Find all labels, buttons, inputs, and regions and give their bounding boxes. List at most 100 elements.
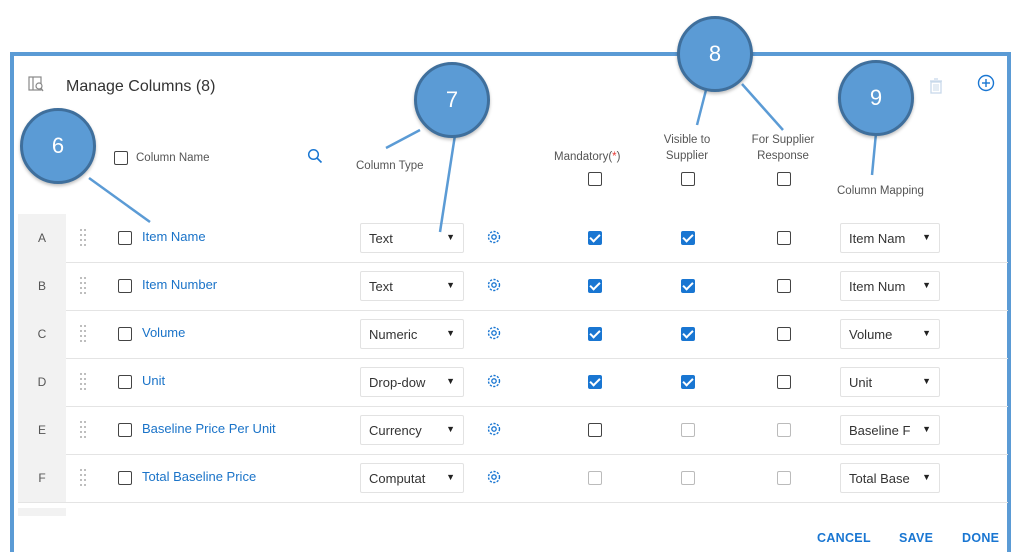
column-type-value: Text (369, 279, 393, 294)
dropdown-arrow-icon: ▼ (446, 376, 455, 386)
mandatory-checkbox (588, 471, 602, 485)
mandatory-checkbox[interactable] (588, 279, 602, 293)
row-select-checkbox[interactable] (118, 231, 132, 245)
column-name-link[interactable]: Total Baseline Price (142, 469, 256, 484)
supplier-response-checkbox[interactable] (777, 327, 791, 341)
visible-to-supplier-checkbox[interactable] (681, 375, 695, 389)
visible-to-supplier-checkbox[interactable] (681, 279, 695, 293)
column-type-value: Numeric (369, 327, 418, 342)
column-name-link[interactable]: Unit (142, 373, 165, 388)
visible-to-supplier-checkbox[interactable] (681, 231, 695, 245)
column-mapping-select[interactable]: Item Num ▼ (840, 271, 940, 301)
page-title: Manage Columns (8) (66, 78, 216, 95)
mandatory-checkbox[interactable] (588, 375, 602, 389)
drag-handle-icon[interactable] (80, 229, 88, 247)
column-type-header: Column Type (356, 160, 424, 172)
visible-all-checkbox[interactable] (681, 172, 695, 186)
gear-icon[interactable] (485, 372, 503, 390)
column-mapping-select[interactable]: Baseline F ▼ (840, 415, 940, 445)
row-letter: C (18, 310, 66, 358)
column-type-select[interactable]: Numeric ▼ (360, 319, 464, 349)
drag-handle-icon[interactable] (80, 277, 88, 295)
dropdown-arrow-icon: ▼ (922, 472, 931, 482)
dropdown-arrow-icon: ▼ (446, 280, 455, 290)
column-type-value: Drop-dow (369, 375, 426, 390)
row-gutter (18, 508, 66, 516)
dropdown-arrow-icon: ▼ (446, 424, 455, 434)
mandatory-header: Mandatory(*) (554, 151, 621, 163)
drag-handle-icon[interactable] (80, 373, 88, 391)
gear-icon[interactable] (485, 276, 503, 294)
column-mapping-value: Item Nam (849, 231, 906, 246)
visible-to-supplier-header: Visible to Supplier (663, 134, 711, 162)
drag-handle-icon[interactable] (80, 421, 88, 439)
dropdown-arrow-icon: ▼ (922, 328, 931, 338)
column-type-value: Computat (369, 471, 426, 486)
column-mapping-select[interactable]: Unit ▼ (840, 367, 940, 397)
column-mapping-value: Volume (849, 327, 893, 342)
row-letter: B (18, 262, 66, 310)
table-row: B Item Number Text ▼ Item Num ▼ (18, 262, 1008, 311)
visible-to-supplier-checkbox (681, 471, 695, 485)
table-row: C Volume Numeric ▼ Volume ▼ (18, 310, 1008, 359)
row-select-checkbox[interactable] (118, 423, 132, 437)
mandatory-checkbox[interactable] (588, 327, 602, 341)
column-mapping-select[interactable]: Volume ▼ (840, 319, 940, 349)
callout-8: 8 (677, 16, 753, 92)
row-select-checkbox[interactable] (118, 327, 132, 341)
callout-9: 9 (838, 60, 914, 136)
row-select-checkbox[interactable] (118, 375, 132, 389)
column-mapping-value: Total Base (849, 471, 910, 486)
callout-6: 6 (20, 108, 96, 184)
save-button[interactable]: SAVE (899, 531, 933, 545)
column-name-link[interactable]: Item Number (142, 277, 217, 292)
column-type-select[interactable]: Text ▼ (360, 271, 464, 301)
mandatory-checkbox[interactable] (588, 423, 602, 437)
gear-icon[interactable] (485, 420, 503, 438)
column-mapping-value: Unit (849, 375, 873, 390)
drag-handle-icon[interactable] (80, 325, 88, 343)
supplier-response-checkbox[interactable] (777, 279, 791, 293)
table-row: A Item Name Text ▼ Item Nam ▼ (18, 214, 1008, 263)
table-row: D Unit Drop-dow ▼ Unit ▼ (18, 358, 1008, 407)
dropdown-arrow-icon: ▼ (922, 232, 931, 242)
add-column-icon[interactable] (977, 74, 995, 92)
column-type-select[interactable]: Text ▼ (360, 223, 464, 253)
column-name-header: Column Name (136, 152, 210, 164)
column-name-link[interactable]: Item Name (142, 229, 206, 244)
gear-icon[interactable] (485, 324, 503, 342)
column-settings-icon (28, 76, 44, 92)
column-mapping-select[interactable]: Total Base ▼ (840, 463, 940, 493)
mandatory-all-checkbox[interactable] (588, 172, 602, 186)
row-letter: F (18, 454, 66, 502)
column-mapping-select[interactable]: Item Nam ▼ (840, 223, 940, 253)
cancel-button[interactable]: CANCEL (817, 531, 871, 545)
supplier-response-all-checkbox[interactable] (777, 172, 791, 186)
for-supplier-response-header: For Supplier Response (751, 134, 815, 162)
table-row: E Baseline Price Per Unit Currency ▼ Baselin… (18, 406, 1008, 455)
column-name-link[interactable]: Baseline Price Per Unit (142, 421, 276, 436)
supplier-response-checkbox[interactable] (777, 375, 791, 389)
column-type-select[interactable]: Currency ▼ (360, 415, 464, 445)
column-name-link[interactable]: Volume (142, 325, 185, 340)
supplier-response-checkbox[interactable] (777, 231, 791, 245)
visible-to-supplier-checkbox (681, 423, 695, 437)
callout-7: 7 (414, 62, 490, 138)
dropdown-arrow-icon: ▼ (446, 232, 455, 242)
dropdown-arrow-icon: ▼ (922, 424, 931, 434)
trash-icon[interactable] (929, 78, 943, 94)
drag-handle-icon[interactable] (80, 469, 88, 487)
gear-icon[interactable] (485, 468, 503, 486)
dropdown-arrow-icon: ▼ (922, 376, 931, 386)
column-type-select[interactable]: Drop-dow ▼ (360, 367, 464, 397)
visible-to-supplier-checkbox[interactable] (681, 327, 695, 341)
done-button[interactable]: DONE (962, 531, 999, 545)
row-select-checkbox[interactable] (118, 279, 132, 293)
row-select-checkbox[interactable] (118, 471, 132, 485)
column-type-select[interactable]: Computat ▼ (360, 463, 464, 493)
search-icon[interactable] (307, 148, 323, 164)
mandatory-checkbox[interactable] (588, 231, 602, 245)
dropdown-arrow-icon: ▼ (446, 472, 455, 482)
gear-icon[interactable] (485, 228, 503, 246)
select-all-checkbox[interactable] (114, 151, 128, 165)
